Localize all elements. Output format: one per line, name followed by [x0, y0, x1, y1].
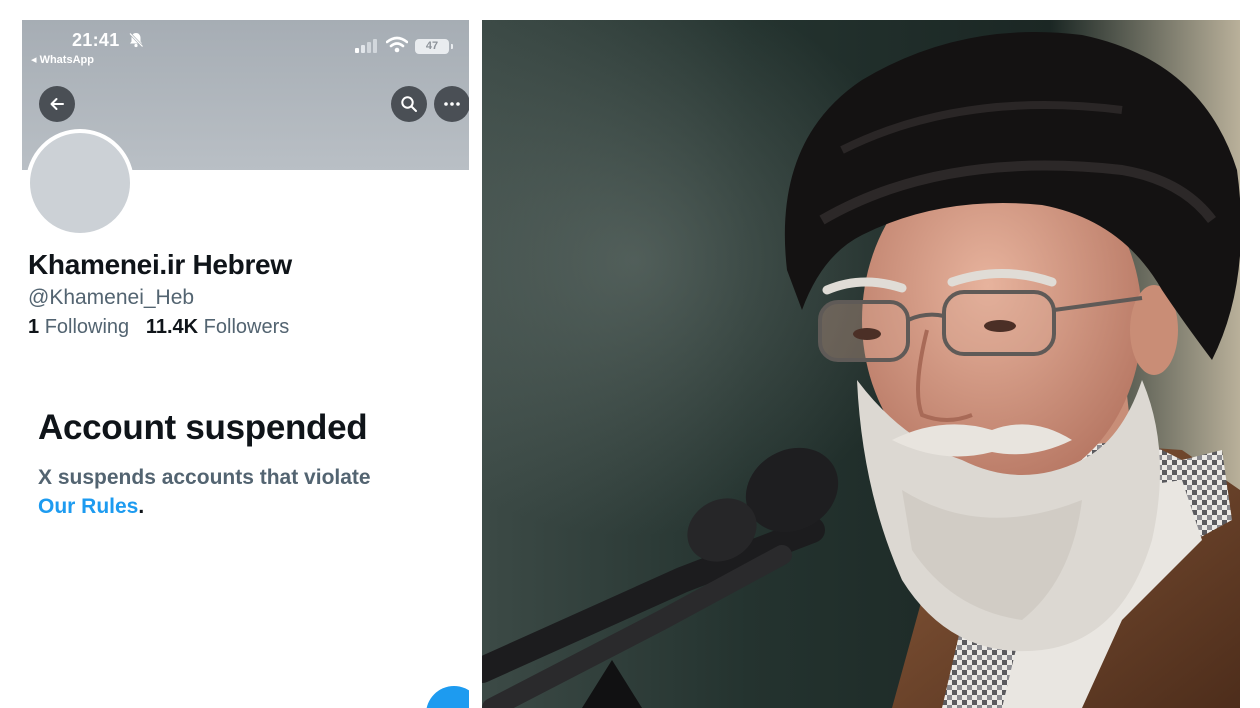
- back-to-app-link[interactable]: ◂ WhatsApp: [31, 53, 94, 66]
- following-label: Following: [44, 316, 130, 338]
- more-horizontal-icon: [444, 102, 460, 106]
- arrow-left-icon: [50, 98, 64, 110]
- eye-right: [984, 320, 1016, 332]
- profile-display-name: Khamenei.ir Hebrew: [28, 249, 292, 280]
- speaker-photo: [482, 20, 1240, 708]
- search-button[interactable]: [391, 86, 427, 122]
- suspension-message: X suspends accounts that violate Our Rul…: [38, 463, 458, 521]
- battery-indicator: 47: [415, 39, 453, 54]
- followers-label: Followers: [203, 316, 290, 338]
- followers-count: 11.4K: [145, 316, 199, 338]
- profile-avatar[interactable]: [26, 129, 134, 237]
- eye-left: [853, 328, 881, 340]
- bell-muted-icon: [129, 32, 144, 48]
- phone-screenshot: 21:41 ◂ WhatsApp 47 Khamenei.ir Hebrew @…: [22, 20, 469, 708]
- profile-stats: 1 Following 11.4K Followers: [28, 316, 289, 339]
- more-options-button[interactable]: [434, 86, 469, 122]
- suspension-message-text: X suspends accounts that violate: [38, 466, 371, 489]
- profile-handle: @Khamenei_Heb: [28, 286, 195, 309]
- back-button[interactable]: [39, 86, 75, 122]
- suspension-message-period: .: [138, 495, 145, 518]
- status-time: 21:41: [72, 30, 120, 50]
- wifi-icon: [386, 36, 408, 53]
- suspension-title: Account suspended: [38, 408, 368, 447]
- our-rules-link[interactable]: Our Rules: [38, 495, 138, 518]
- speaker-photo-illustration: [482, 20, 1240, 708]
- battery-level: 47: [425, 40, 439, 52]
- following-link[interactable]: 1 Following: [28, 316, 129, 338]
- compose-fab-button[interactable]: [426, 686, 469, 708]
- following-count: 1: [28, 316, 40, 338]
- followers-link[interactable]: 11.4K Followers: [146, 316, 289, 338]
- search-icon: [401, 96, 417, 112]
- signal-icon: [355, 39, 377, 53]
